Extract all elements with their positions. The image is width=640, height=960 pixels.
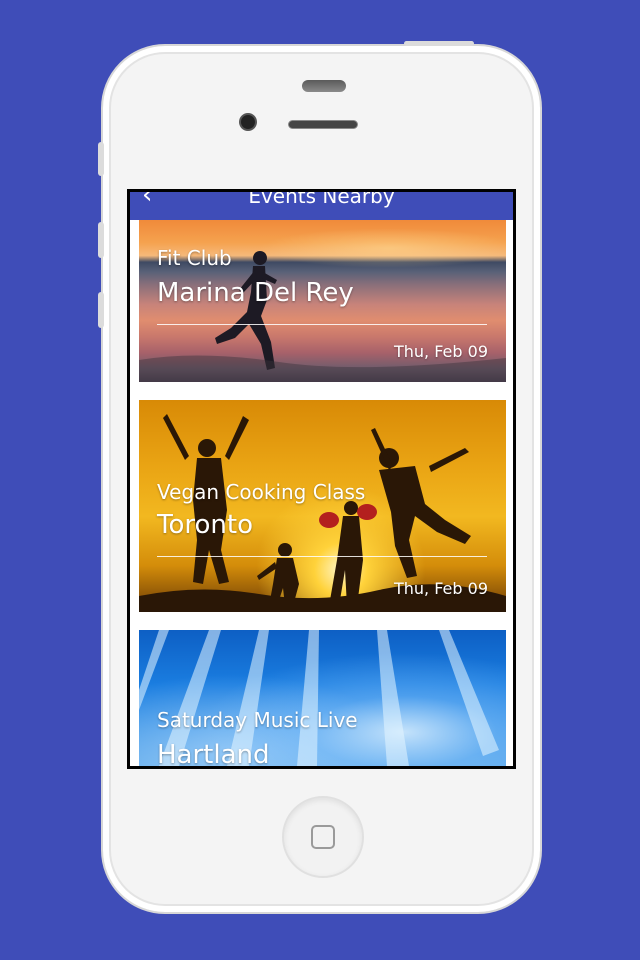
event-name: Vegan Cooking Class <box>157 480 366 504</box>
event-card-vegan-cooking[interactable]: Vegan Cooking Class Toronto Thu, Feb 09 <box>139 400 506 612</box>
event-date: Thu, Feb 09 <box>394 342 488 361</box>
mute-switch <box>98 142 104 176</box>
event-location: Toronto <box>157 510 253 540</box>
nav-bar: ‹ Events Nearby <box>130 192 513 220</box>
event-location: Hartland <box>157 740 270 766</box>
proximity-sensor <box>302 80 346 92</box>
event-location: Marina Del Rey <box>157 278 354 308</box>
event-name: Saturday Music Live <box>157 708 358 732</box>
home-square-icon <box>311 825 335 849</box>
nav-title: Events Nearby <box>248 192 395 208</box>
event-card-fit-club[interactable]: Fit Club Marina Del Rey Thu, Feb 09 <box>139 220 506 382</box>
volume-up-button <box>98 222 104 258</box>
phone-screen: ‹ Events Nearby Fit Club Marina Del Rey … <box>127 189 516 769</box>
front-camera <box>239 113 257 131</box>
event-date: Thu, Feb 09 <box>394 579 488 598</box>
event-name: Fit Club <box>157 246 232 270</box>
divider <box>157 324 487 325</box>
divider <box>157 556 487 557</box>
home-button[interactable] <box>282 796 364 878</box>
app-view: ‹ Events Nearby Fit Club Marina Del Rey … <box>130 192 513 766</box>
power-button <box>404 41 474 46</box>
event-card-music-live[interactable]: Saturday Music Live Hartland <box>139 630 506 766</box>
earpiece-speaker <box>288 120 358 129</box>
volume-down-button <box>98 292 104 328</box>
